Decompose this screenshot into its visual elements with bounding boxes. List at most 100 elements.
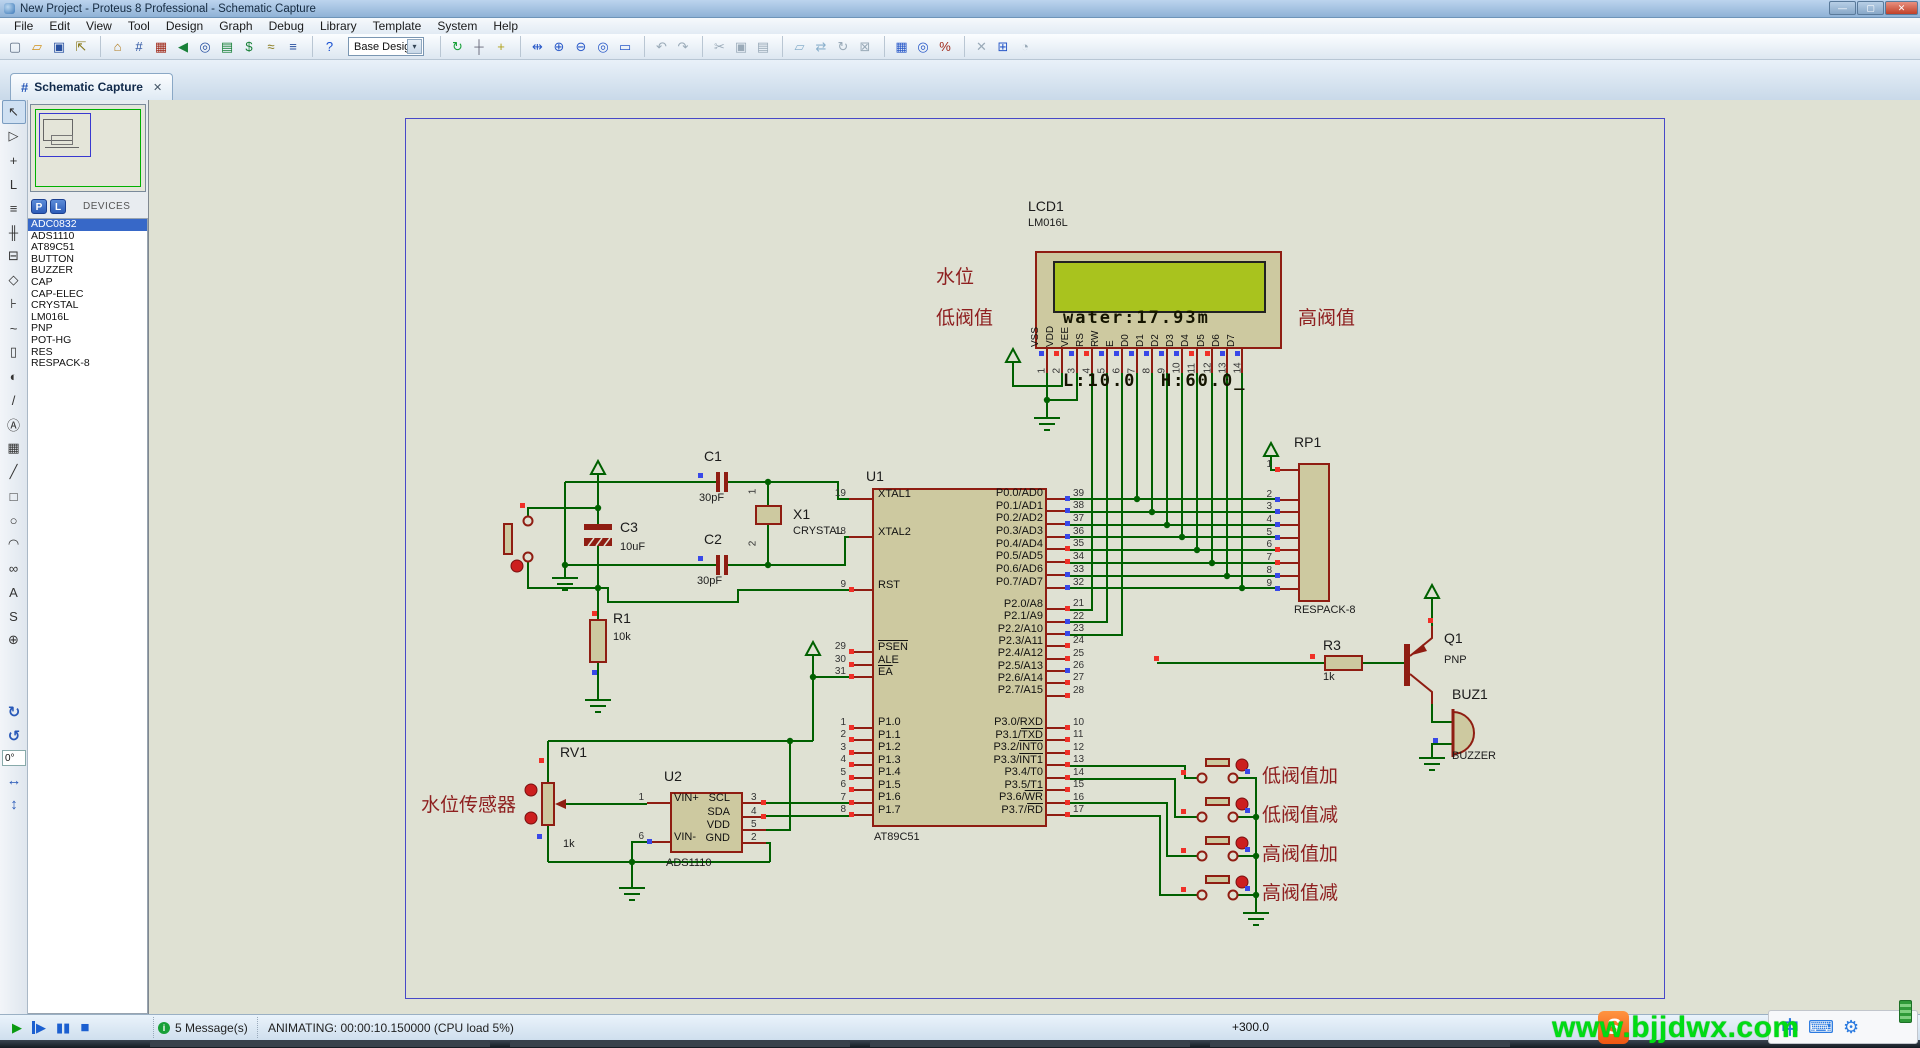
toolbar-button[interactable]: ▤ (752, 36, 774, 57)
minimize-button[interactable]: — (1829, 1, 1856, 15)
mode-tool-button[interactable]: ≡ (2, 196, 26, 220)
toolbar-button[interactable]: ◔ (1014, 36, 1036, 57)
toolbar-button[interactable]: ⇱ (70, 36, 92, 57)
toolbar-button[interactable]: ⇄ (810, 36, 832, 57)
mode-tool-button[interactable]: ▷ (2, 124, 26, 148)
play-button[interactable]: ▶ (12, 1021, 22, 1034)
toolbar-button[interactable]: ◎ (592, 36, 614, 57)
overview-minimap[interactable] (30, 104, 146, 192)
menu-item[interactable]: Tool (120, 19, 158, 33)
design-selector-combo[interactable]: Base Design ▾ (348, 37, 424, 56)
mode-tool-button[interactable]: ▯ (2, 340, 26, 364)
mode-tool-button[interactable]: L (2, 172, 26, 196)
toolbar-button[interactable]: ▦ (884, 36, 912, 57)
ime-icon[interactable]: ⚙ (1843, 1017, 1859, 1038)
menu-item[interactable]: Edit (41, 19, 78, 33)
rotate-cw-button[interactable]: ↻ (2, 700, 26, 724)
toolbar-button[interactable]: ▦ (150, 36, 172, 57)
mode-tool-button[interactable]: ⊕ (2, 628, 26, 652)
menu-item[interactable]: File (6, 19, 41, 33)
toolbar-button[interactable]: ≡ (282, 36, 304, 57)
toolbar-button[interactable]: ▱ (26, 36, 48, 57)
toolbar-button[interactable]: ▣ (48, 36, 70, 57)
toolbar-button[interactable]: ? (312, 36, 340, 57)
mode-tool-button[interactable]: ╱ (2, 460, 26, 484)
respack-rp1-body[interactable] (1298, 463, 1330, 602)
mode-tool-button[interactable]: ∞ (2, 556, 26, 580)
mode-tool-button[interactable]: + (2, 148, 26, 172)
mode-tool-button[interactable]: ▦ (2, 436, 26, 460)
menu-item[interactable]: System (429, 19, 485, 33)
mode-tool-button[interactable]: ◠ (2, 532, 26, 556)
toolbar-icon: ◎ (917, 40, 928, 53)
ime-mini-icon[interactable] (1899, 1000, 1912, 1023)
toolbar-button[interactable]: $ (238, 36, 260, 57)
tab-schematic-capture[interactable]: # Schematic Capture ✕ (10, 73, 173, 100)
mode-tool-button[interactable]: ⊟ (2, 244, 26, 268)
toolbar-button[interactable]: ⊠ (854, 36, 876, 57)
mode-tool-button[interactable]: Ⓐ (2, 412, 26, 436)
menu-item[interactable]: Graph (211, 19, 260, 33)
mode-tool-button[interactable]: S (2, 604, 26, 628)
device-item[interactable]: RESPACK-8 (28, 358, 147, 370)
toolbar-button[interactable]: # (128, 36, 150, 57)
toolbar-button[interactable]: ▱ (782, 36, 810, 57)
toolbar-button[interactable]: ◎ (194, 36, 216, 57)
toolbar-button[interactable]: ↻ (832, 36, 854, 57)
chevron-down-icon[interactable]: ▾ (407, 39, 422, 54)
stop-button[interactable]: ■ (80, 1021, 89, 1034)
toolbar-button[interactable]: ▢ (4, 36, 26, 57)
mode-tool-button[interactable]: ╫ (2, 220, 26, 244)
message-counter[interactable]: i 5 Message(s) (158, 1017, 258, 1038)
toolbar-button[interactable]: ▤ (216, 36, 238, 57)
toolbar-button[interactable]: ✕ (964, 36, 992, 57)
toolbar-button[interactable]: ⊕ (548, 36, 570, 57)
maximize-button[interactable]: ▢ (1857, 1, 1884, 15)
toolbar-button[interactable]: ≈ (260, 36, 282, 57)
menu-item[interactable]: Help (485, 19, 526, 33)
menu-item[interactable]: Debug (261, 19, 312, 33)
menu-item[interactable]: Library (312, 19, 365, 33)
toolbar-button[interactable]: ⇹ (520, 36, 548, 57)
flip-vertical-button[interactable]: ↕ (2, 792, 26, 816)
toolbar-button[interactable]: ▭ (614, 36, 636, 57)
toolbar-button[interactable]: ⌂ (100, 36, 128, 57)
menu-item[interactable]: Template (365, 19, 430, 33)
toolbar-button[interactable]: ↶ (644, 36, 672, 57)
mode-tool-icon: + (10, 153, 18, 168)
menu-item[interactable]: View (78, 19, 120, 33)
mode-tool-button[interactable]: ○ (2, 508, 26, 532)
library-button[interactable]: L (50, 199, 66, 214)
toolbar-button[interactable]: ▣ (730, 36, 752, 57)
toolbar-button[interactable]: ◀ (172, 36, 194, 57)
toolbar-button[interactable]: + (490, 36, 512, 57)
flip-horizontal-button[interactable]: ↔ (2, 768, 26, 792)
toolbar-button[interactable]: ┼ (468, 36, 490, 57)
toolbar-button[interactable]: ✂ (702, 36, 730, 57)
mode-tool-button[interactable]: / (2, 388, 26, 412)
tab-close-icon[interactable]: ✕ (153, 81, 162, 94)
toolbar-icon: ↻ (452, 40, 463, 53)
mode-tool-button[interactable]: A (2, 580, 26, 604)
mode-tool-button[interactable]: □ (2, 484, 26, 508)
toolbar-button[interactable]: ⊞ (992, 36, 1014, 57)
mode-tool-button[interactable]: ◇ (2, 268, 26, 292)
rotate-ccw-button[interactable]: ↺ (2, 724, 26, 748)
mode-tool-button[interactable]: ◐ (2, 364, 26, 388)
mode-tool-button[interactable]: ⊦ (2, 292, 26, 316)
toolbar-button[interactable]: ↷ (672, 36, 694, 57)
step-button[interactable]: ▶ (32, 1021, 46, 1034)
toolbar-button[interactable]: ↻ (440, 36, 468, 57)
toolbar-button[interactable]: % (934, 36, 956, 57)
pause-button[interactable]: ▮▮ (56, 1021, 70, 1034)
menu-item[interactable]: Design (158, 19, 211, 33)
mode-tool-button[interactable]: ~ (2, 316, 26, 340)
rotation-angle-field[interactable]: 0° (2, 750, 26, 766)
toolbar-button[interactable]: ◎ (912, 36, 934, 57)
close-button[interactable]: ✕ (1885, 1, 1918, 15)
mode-tool-button[interactable]: ↖ (2, 100, 26, 124)
toolbar-icon: ▤ (757, 40, 769, 53)
pick-devices-button[interactable]: P (31, 199, 47, 214)
toolbar-button[interactable]: ⊖ (570, 36, 592, 57)
ime-icon[interactable]: ⌨ (1808, 1017, 1834, 1038)
